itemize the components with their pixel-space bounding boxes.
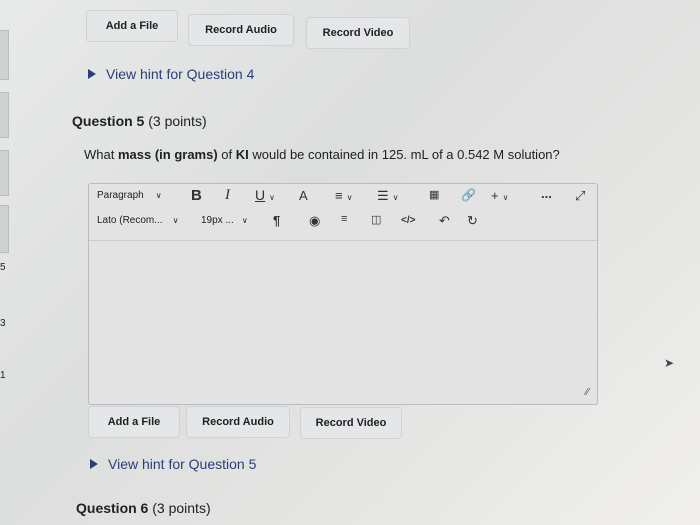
- find-replace-icon[interactable]: ◫: [371, 213, 381, 226]
- italic-button[interactable]: I: [225, 187, 230, 204]
- chevron-down-icon: ∨: [172, 216, 179, 225]
- hint-question-4-label: View hint for Question 4: [106, 66, 255, 82]
- question-text-bold-mass: mass (in grams): [117, 147, 218, 162]
- highlight-icon[interactable]: ◉: [309, 213, 320, 229]
- left-edge-number: 1: [0, 370, 6, 381]
- paragraph-format-select[interactable]: Paragraph ∨: [97, 190, 162, 201]
- chevron-down-icon: ∨: [155, 191, 162, 200]
- left-edge-number: 5: [0, 262, 6, 273]
- resize-handle-icon[interactable]: ∕∕: [586, 387, 589, 398]
- format-painter-icon[interactable]: ¶: [273, 213, 280, 228]
- record-video-button[interactable]: Record Video: [300, 407, 402, 439]
- expand-triangle-icon: [90, 459, 98, 469]
- chevron-down-icon: ∨: [502, 193, 509, 202]
- question-6-number: Question 6: [76, 500, 149, 516]
- equation-icon[interactable]: ≡: [341, 213, 347, 225]
- question-5-points: (3 points): [148, 113, 207, 129]
- editor-content-area[interactable]: [89, 241, 597, 404]
- hint-question-5-link[interactable]: View hint for Question 5: [90, 456, 256, 472]
- chevron-down-icon: ∨: [346, 193, 353, 202]
- record-audio-button[interactable]: Record Audio: [188, 14, 294, 46]
- insert-media-icon[interactable]: ▦: [429, 188, 439, 201]
- chevron-down-icon: ∨: [392, 193, 399, 202]
- font-size-label: 19px ...: [201, 215, 234, 226]
- question-text-part: would be contained in 125. mL of a 0.542…: [248, 147, 560, 162]
- question-text-part: of: [217, 147, 236, 162]
- question-6-points: (3 points): [152, 500, 211, 516]
- left-panel-edge: [0, 205, 9, 253]
- plus-icon: +: [491, 188, 499, 203]
- left-edge-number: 3: [0, 318, 6, 329]
- more-options-icon[interactable]: ...: [541, 186, 552, 201]
- expand-triangle-icon: [88, 69, 96, 79]
- bold-button[interactable]: B: [191, 187, 202, 204]
- hint-question-5-label: View hint for Question 5: [108, 456, 257, 472]
- underline-label: U: [255, 187, 266, 203]
- hint-question-4-link[interactable]: View hint for Question 4: [88, 66, 254, 82]
- fullscreen-icon[interactable]: ⤢: [575, 188, 585, 204]
- editor-toolbar: Paragraph ∨ B I U ∨ A ≡ ∨ ☰ ∨ ▦ 🔗 + ∨ ... ⤢ L…: [89, 184, 597, 241]
- font-family-select[interactable]: Lato (Recom... ∨: [97, 215, 178, 226]
- underline-button[interactable]: U ∨: [255, 187, 275, 203]
- insert-more-button[interactable]: + ∨: [491, 188, 508, 203]
- chevron-down-icon: ∨: [269, 193, 275, 202]
- answer-editor[interactable]: Paragraph ∨ B I U ∨ A ≡ ∨ ☰ ∨ ▦ 🔗 + ∨ ... ⤢ L…: [88, 183, 598, 405]
- chevron-down-icon: ∨: [241, 216, 248, 225]
- add-file-button[interactable]: Add a File: [86, 10, 178, 42]
- left-panel-edge: [0, 30, 9, 80]
- question-5-number: Question 5: [72, 113, 145, 129]
- question-text-part: What: [84, 147, 118, 162]
- question-5-text: What mass (in grams) of KI would be cont…: [84, 147, 560, 162]
- align-icon[interactable]: ≡ ∨: [335, 188, 352, 203]
- text-color-icon[interactable]: A: [299, 188, 308, 203]
- mouse-cursor-icon: ➤: [664, 356, 675, 370]
- link-icon[interactable]: 🔗: [461, 188, 476, 202]
- paragraph-format-label: Paragraph: [97, 190, 144, 201]
- question-5-title: Question 5 (3 points): [72, 113, 207, 129]
- list-icon[interactable]: ☰ ∨: [377, 188, 399, 204]
- record-video-button[interactable]: Record Video: [306, 17, 410, 49]
- question-text-bold-ki: KI: [235, 147, 249, 162]
- font-family-label: Lato (Recom...: [97, 215, 163, 226]
- add-file-button[interactable]: Add a File: [88, 406, 180, 438]
- source-code-icon[interactable]: </>: [401, 215, 415, 226]
- record-audio-button[interactable]: Record Audio: [186, 406, 290, 438]
- left-panel-edge: [0, 150, 9, 196]
- font-size-select[interactable]: 19px ... ∨: [201, 215, 248, 226]
- undo-icon[interactable]: ↶: [439, 213, 450, 229]
- redo-icon[interactable]: ↻: [467, 213, 478, 229]
- question-6-title: Question 6 (3 points): [76, 500, 211, 516]
- left-panel-edge: [0, 92, 9, 138]
